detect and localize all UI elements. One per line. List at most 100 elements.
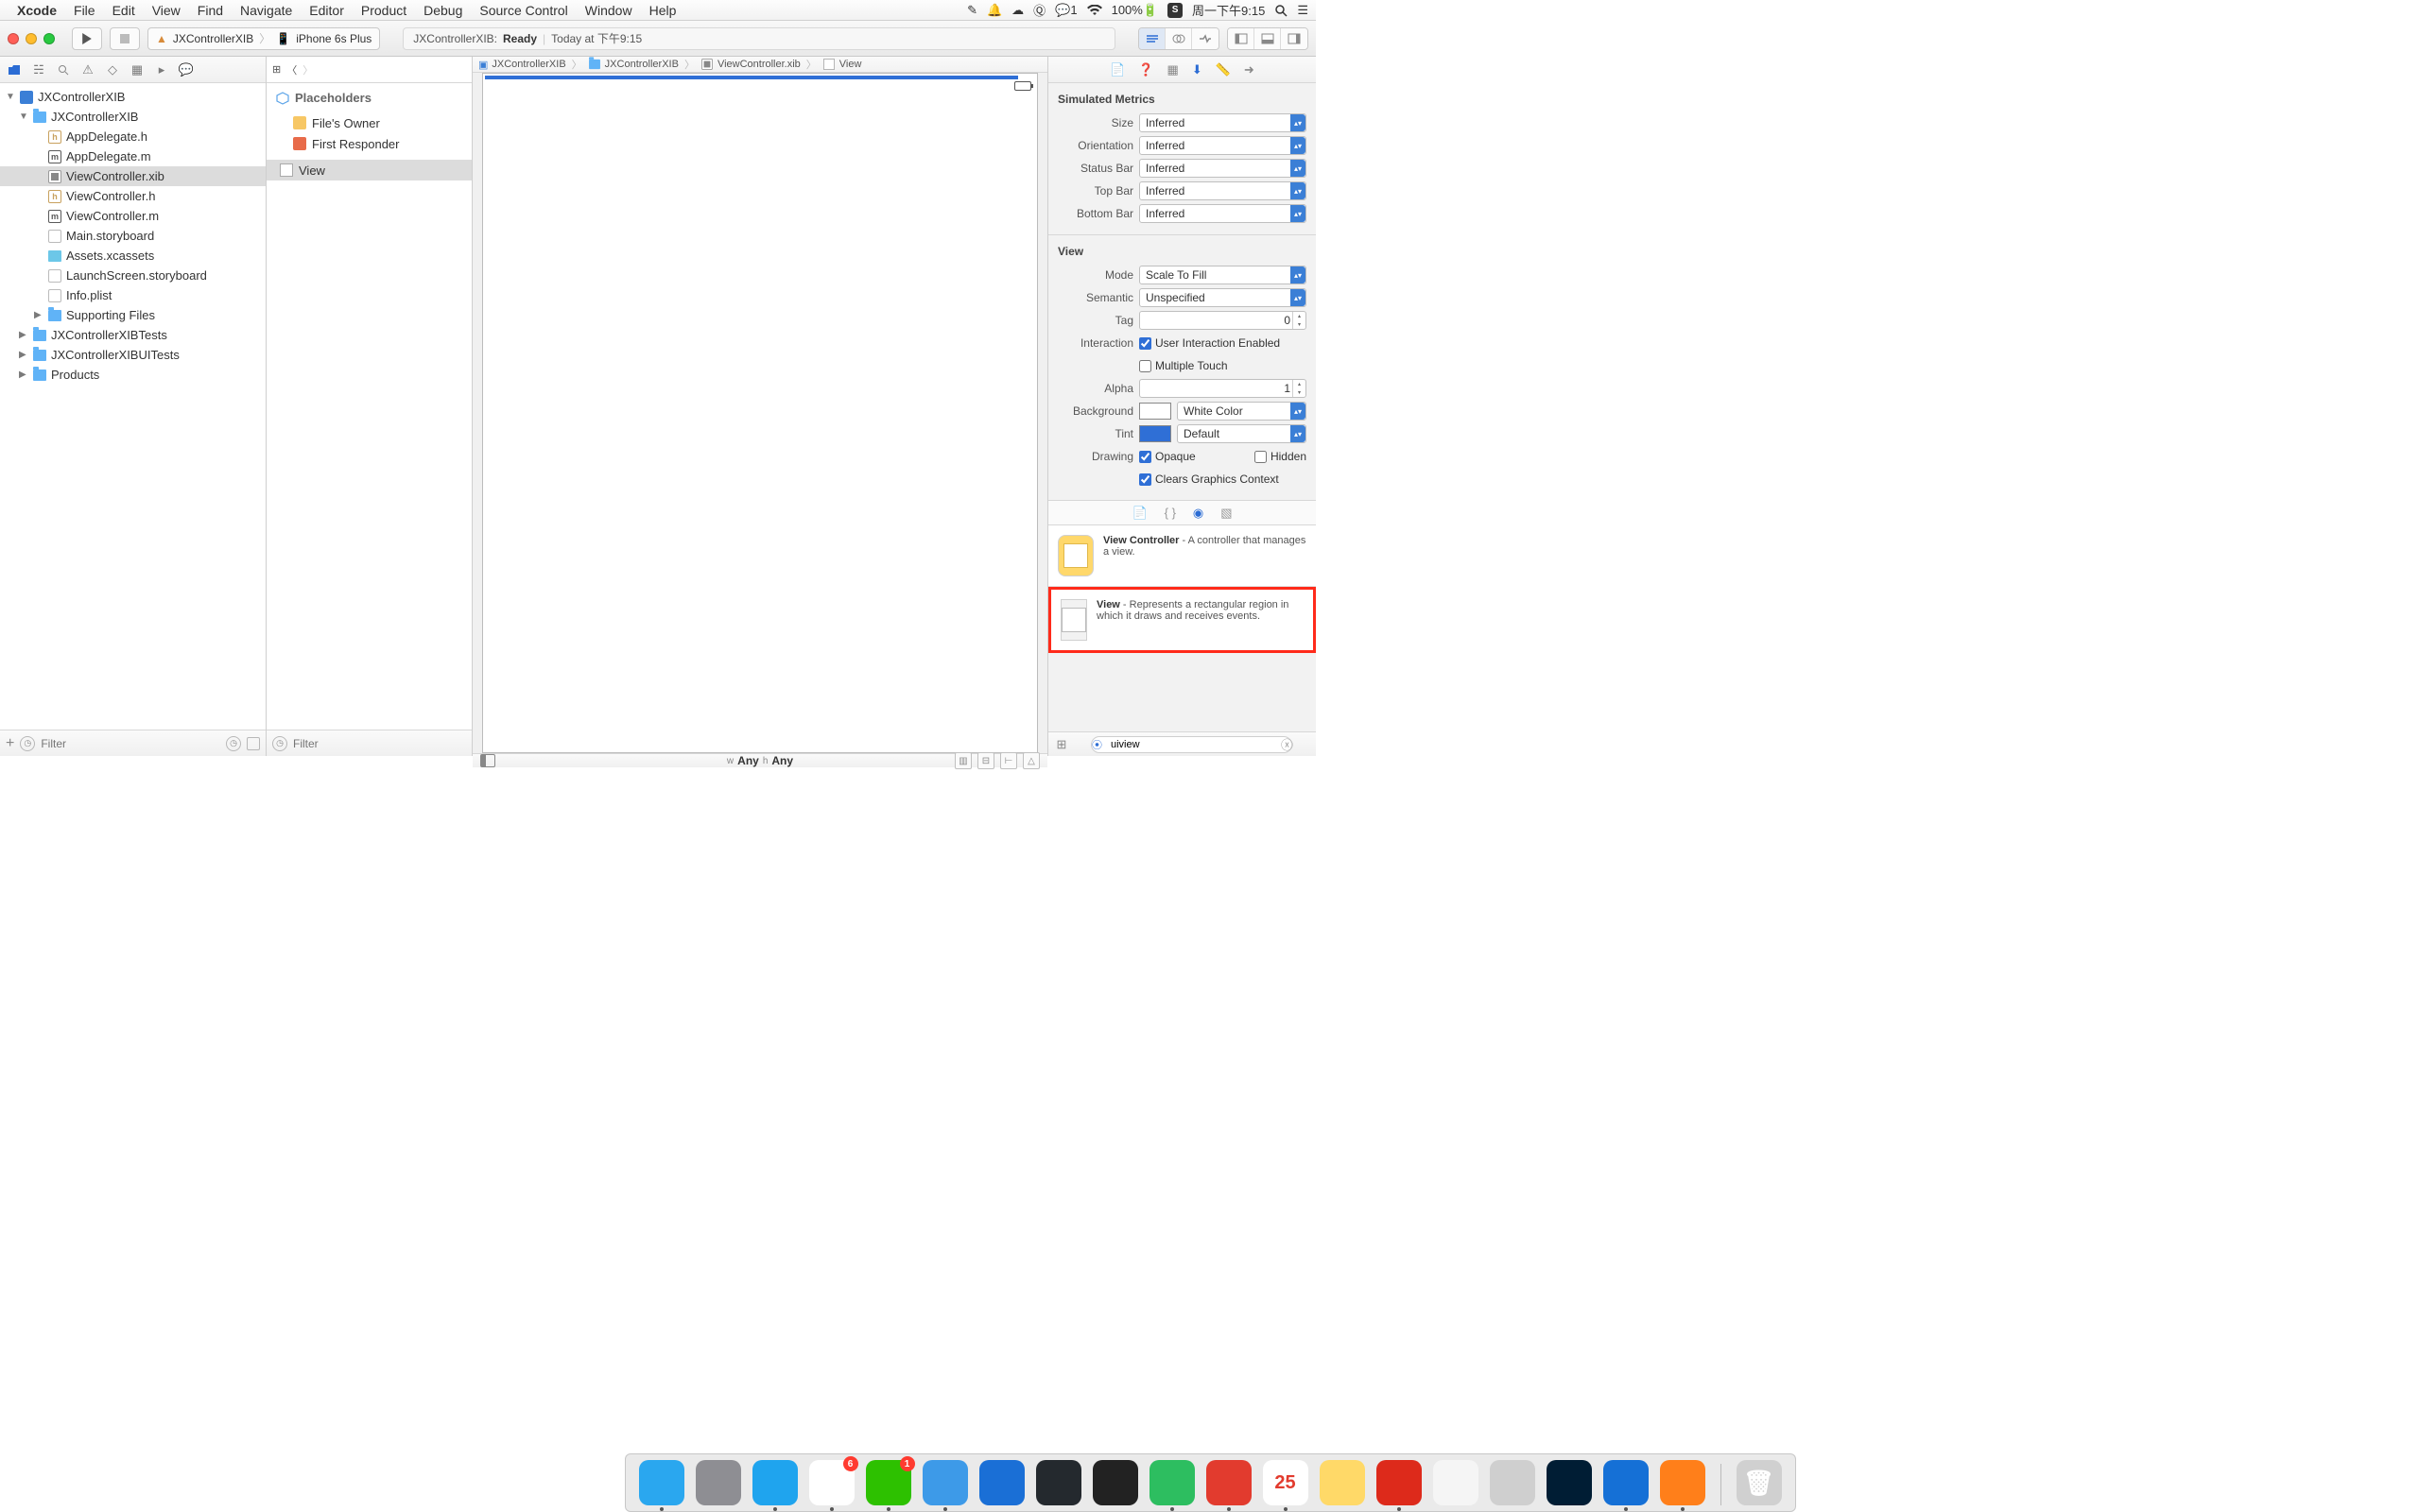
menu-view[interactable]: View (152, 3, 181, 18)
toggle-outline-icon[interactable] (480, 754, 495, 767)
uie-checkbox[interactable] (1139, 337, 1151, 350)
tree-viewcontroller-xib[interactable]: ViewController.xib (0, 166, 266, 186)
object-library-tab[interactable]: ◉ (1193, 506, 1203, 521)
dock-app-calculator[interactable] (1490, 1460, 1535, 1505)
tree-project[interactable]: ▼JXControllerXIB (0, 87, 266, 107)
tint-colorwell[interactable] (1139, 425, 1171, 442)
project-tree[interactable]: ▼JXControllerXIB ▼JXControllerXIB hAppDe… (0, 83, 266, 730)
canvas-jumpbar[interactable]: ▣JXControllerXIB〉 JXControllerXIB〉 ViewC… (473, 57, 1047, 73)
related-items-icon[interactable]: ⊞ (272, 63, 281, 76)
dock-app-duet[interactable] (1433, 1460, 1478, 1505)
outline-files-owner[interactable]: File's Owner (267, 112, 472, 133)
sogou-icon[interactable]: S (1167, 3, 1183, 18)
background-select[interactable]: White Color▴▾ (1177, 402, 1306, 421)
identity-inspector-tab[interactable]: ▦ (1167, 62, 1179, 77)
version-editor[interactable] (1192, 28, 1219, 49)
size-inspector-tab[interactable]: 📏 (1216, 62, 1231, 77)
bottombar-select[interactable]: Inferred▴▾ (1139, 204, 1306, 223)
outline-jumpbar[interactable]: ⊞ 〈 〉 (267, 57, 472, 83)
library-grid-toggle[interactable]: ⊞ (1054, 737, 1069, 752)
outline-filter-icon[interactable]: ◷ (272, 736, 287, 751)
nav-forward-icon[interactable]: 〉 (302, 62, 313, 77)
tree-viewcontroller-h[interactable]: hViewController.h (0, 186, 266, 206)
minimize-window[interactable] (26, 33, 37, 44)
dock-app-qq[interactable]: 6 (809, 1460, 855, 1505)
run-button[interactable] (72, 27, 102, 50)
library-item-view-controller[interactable]: View Controller - A controller that mana… (1048, 525, 1316, 587)
dock-app-reader[interactable] (1093, 1460, 1138, 1505)
menu-editor[interactable]: Editor (309, 3, 344, 18)
file-template-library-tab[interactable]: 📄 (1132, 506, 1147, 521)
toggle-navigator[interactable] (1228, 28, 1254, 49)
scm-filter-button[interactable]: ◷ (226, 736, 241, 751)
size-w-value[interactable]: Any (737, 754, 759, 767)
dock-app-launchpad[interactable] (696, 1460, 741, 1505)
scheme-selector[interactable]: ▲ JXControllerXIB 〉 📱 iPhone 6s Plus (147, 27, 380, 50)
cgc-checkbox[interactable] (1139, 473, 1151, 486)
connections-inspector-tab[interactable]: ➜ (1244, 62, 1254, 77)
tree-viewcontroller-m[interactable]: mViewController.m (0, 206, 266, 226)
menu-edit[interactable]: Edit (112, 3, 135, 18)
object-library[interactable]: View Controller - A controller that mana… (1048, 525, 1316, 731)
canvas-view[interactable] (482, 73, 1038, 753)
quickhelp-inspector-tab[interactable]: ❓ (1138, 62, 1153, 77)
dock-trash[interactable]: 🗑 (1737, 1460, 1782, 1505)
resolve-tool[interactable]: △ (1023, 752, 1040, 769)
tree-launchscreen[interactable]: LaunchScreen.storyboard (0, 266, 266, 285)
code-snippet-library-tab[interactable]: { } (1165, 506, 1176, 520)
multitouch-checkbox[interactable] (1139, 360, 1151, 372)
standard-editor[interactable] (1139, 28, 1166, 49)
assistant-editor[interactable] (1166, 28, 1192, 49)
library-item-view[interactable]: View - Represents a rectangular region i… (1048, 587, 1316, 653)
menu-file[interactable]: File (74, 3, 95, 18)
dock-app-notes[interactable] (1320, 1460, 1365, 1505)
menu-product[interactable]: Product (361, 3, 406, 18)
menu-find[interactable]: Find (198, 3, 223, 18)
test-navigator-tab[interactable]: ◇ (104, 61, 121, 78)
file-inspector-tab[interactable]: 📄 (1110, 62, 1125, 77)
alpha-input[interactable]: 1▴▾ (1139, 379, 1306, 398)
clear-filter-icon[interactable]: ⓧ (1281, 735, 1293, 753)
topbar-select[interactable]: Inferred▴▾ (1139, 181, 1306, 200)
tree-group[interactable]: ▼JXControllerXIB (0, 107, 266, 127)
dock-app-youdao[interactable] (1206, 1460, 1252, 1505)
close-window[interactable] (8, 33, 19, 44)
size-class-bar[interactable]: w Any h Any ▥ ⊟ ⊢ △ (473, 753, 1047, 767)
outline-filter[interactable] (293, 737, 466, 750)
library-tabs[interactable]: 📄 { } ◉ ▧ (1048, 501, 1316, 525)
add-file-button[interactable]: + (6, 735, 14, 752)
dock-app-github[interactable] (1036, 1460, 1081, 1505)
menu-app[interactable]: Xcode (17, 3, 57, 18)
recent-filter-button[interactable]: ◷ (20, 736, 35, 751)
tree-assets[interactable]: Assets.xcassets (0, 246, 266, 266)
tint-select[interactable]: Default▴▾ (1177, 424, 1306, 443)
wifi-icon[interactable] (1087, 5, 1102, 16)
menu-window[interactable]: Window (585, 3, 632, 18)
stack-tool[interactable]: ▥ (955, 752, 972, 769)
toggle-utilities[interactable] (1281, 28, 1307, 49)
hidden-checkbox[interactable] (1254, 451, 1267, 463)
zoom-window[interactable] (43, 33, 55, 44)
mode-select[interactable]: Scale To Fill▴▾ (1139, 266, 1306, 284)
size-h-value[interactable]: Any (771, 754, 793, 767)
dock-app-xcode[interactable] (1603, 1460, 1649, 1505)
symbol-navigator-tab[interactable]: ☵ (30, 61, 47, 78)
menu-source-control[interactable]: Source Control (479, 3, 567, 18)
opaque-checkbox[interactable] (1139, 451, 1151, 463)
dock-app-photoshop[interactable] (1547, 1460, 1592, 1505)
toggle-debug-area[interactable] (1254, 28, 1281, 49)
semantic-select[interactable]: Unspecified▴▾ (1139, 288, 1306, 307)
tag-input[interactable]: 0▴▾ (1139, 311, 1306, 330)
cloud-icon[interactable]: ☁ (1011, 3, 1024, 18)
dock-app-safari[interactable] (752, 1460, 798, 1505)
battery-status[interactable]: 100% 🔋 (1112, 3, 1158, 18)
debug-navigator-tab[interactable]: ▦ (129, 61, 146, 78)
dock-app-appstore[interactable] (979, 1460, 1025, 1505)
media-library-tab[interactable]: ▧ (1220, 506, 1232, 521)
dock-app-evernote[interactable] (1150, 1460, 1195, 1505)
size-select[interactable]: Inferred▴▾ (1139, 113, 1306, 132)
tree-main-storyboard[interactable]: Main.storyboard (0, 226, 266, 246)
background-colorwell[interactable] (1139, 403, 1171, 420)
find-navigator-tab[interactable] (55, 61, 72, 78)
attributes-inspector-tab[interactable]: ⬇ (1192, 62, 1202, 77)
